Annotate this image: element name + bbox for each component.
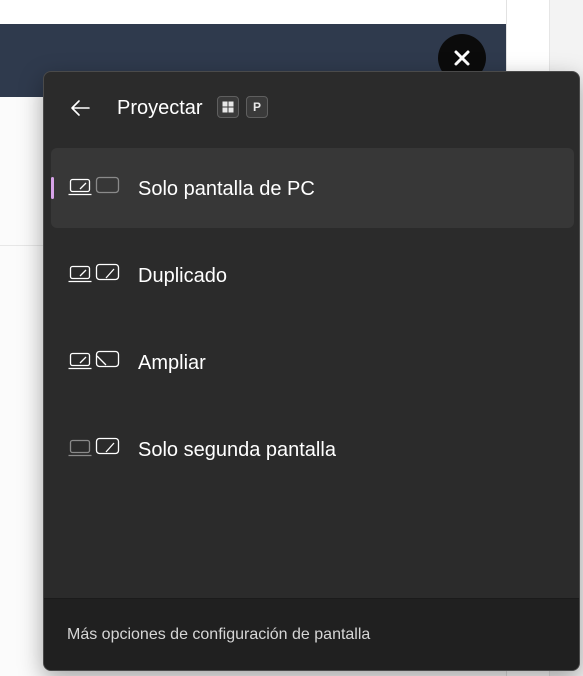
shortcut-key-p: P (246, 96, 268, 118)
background-page-top (0, 0, 506, 24)
option-pc-screen-only[interactable]: Solo pantalla de PC (51, 148, 574, 228)
extend-icon (68, 350, 120, 370)
back-button[interactable] (64, 92, 96, 124)
arrow-left-icon (71, 100, 90, 116)
option-duplicate[interactable]: Duplicado (51, 235, 574, 315)
duplicate-icon (68, 263, 120, 283)
option-second-screen-only[interactable]: Solo segunda pantalla (51, 409, 574, 489)
windows-key-icon (217, 96, 239, 118)
close-icon (454, 50, 470, 66)
flyout-header: Proyectar P (44, 72, 579, 142)
more-display-settings-link[interactable]: Más opciones de configuración de pantall… (67, 625, 370, 645)
option-label: Ampliar (138, 352, 206, 374)
option-label: Solo pantalla de PC (138, 178, 315, 200)
option-extend[interactable]: Ampliar (51, 322, 574, 402)
pc-screen-only-icon (68, 176, 120, 196)
selection-indicator (51, 177, 54, 199)
flyout-footer: Más opciones de configuración de pantall… (44, 598, 579, 670)
option-label: Solo segunda pantalla (138, 439, 336, 461)
flyout-title: Proyectar (117, 97, 203, 119)
option-label: Duplicado (138, 265, 227, 287)
second-screen-only-icon (68, 437, 120, 457)
project-flyout: Proyectar P Solo pantalla de PC Duplicad… (43, 71, 580, 671)
